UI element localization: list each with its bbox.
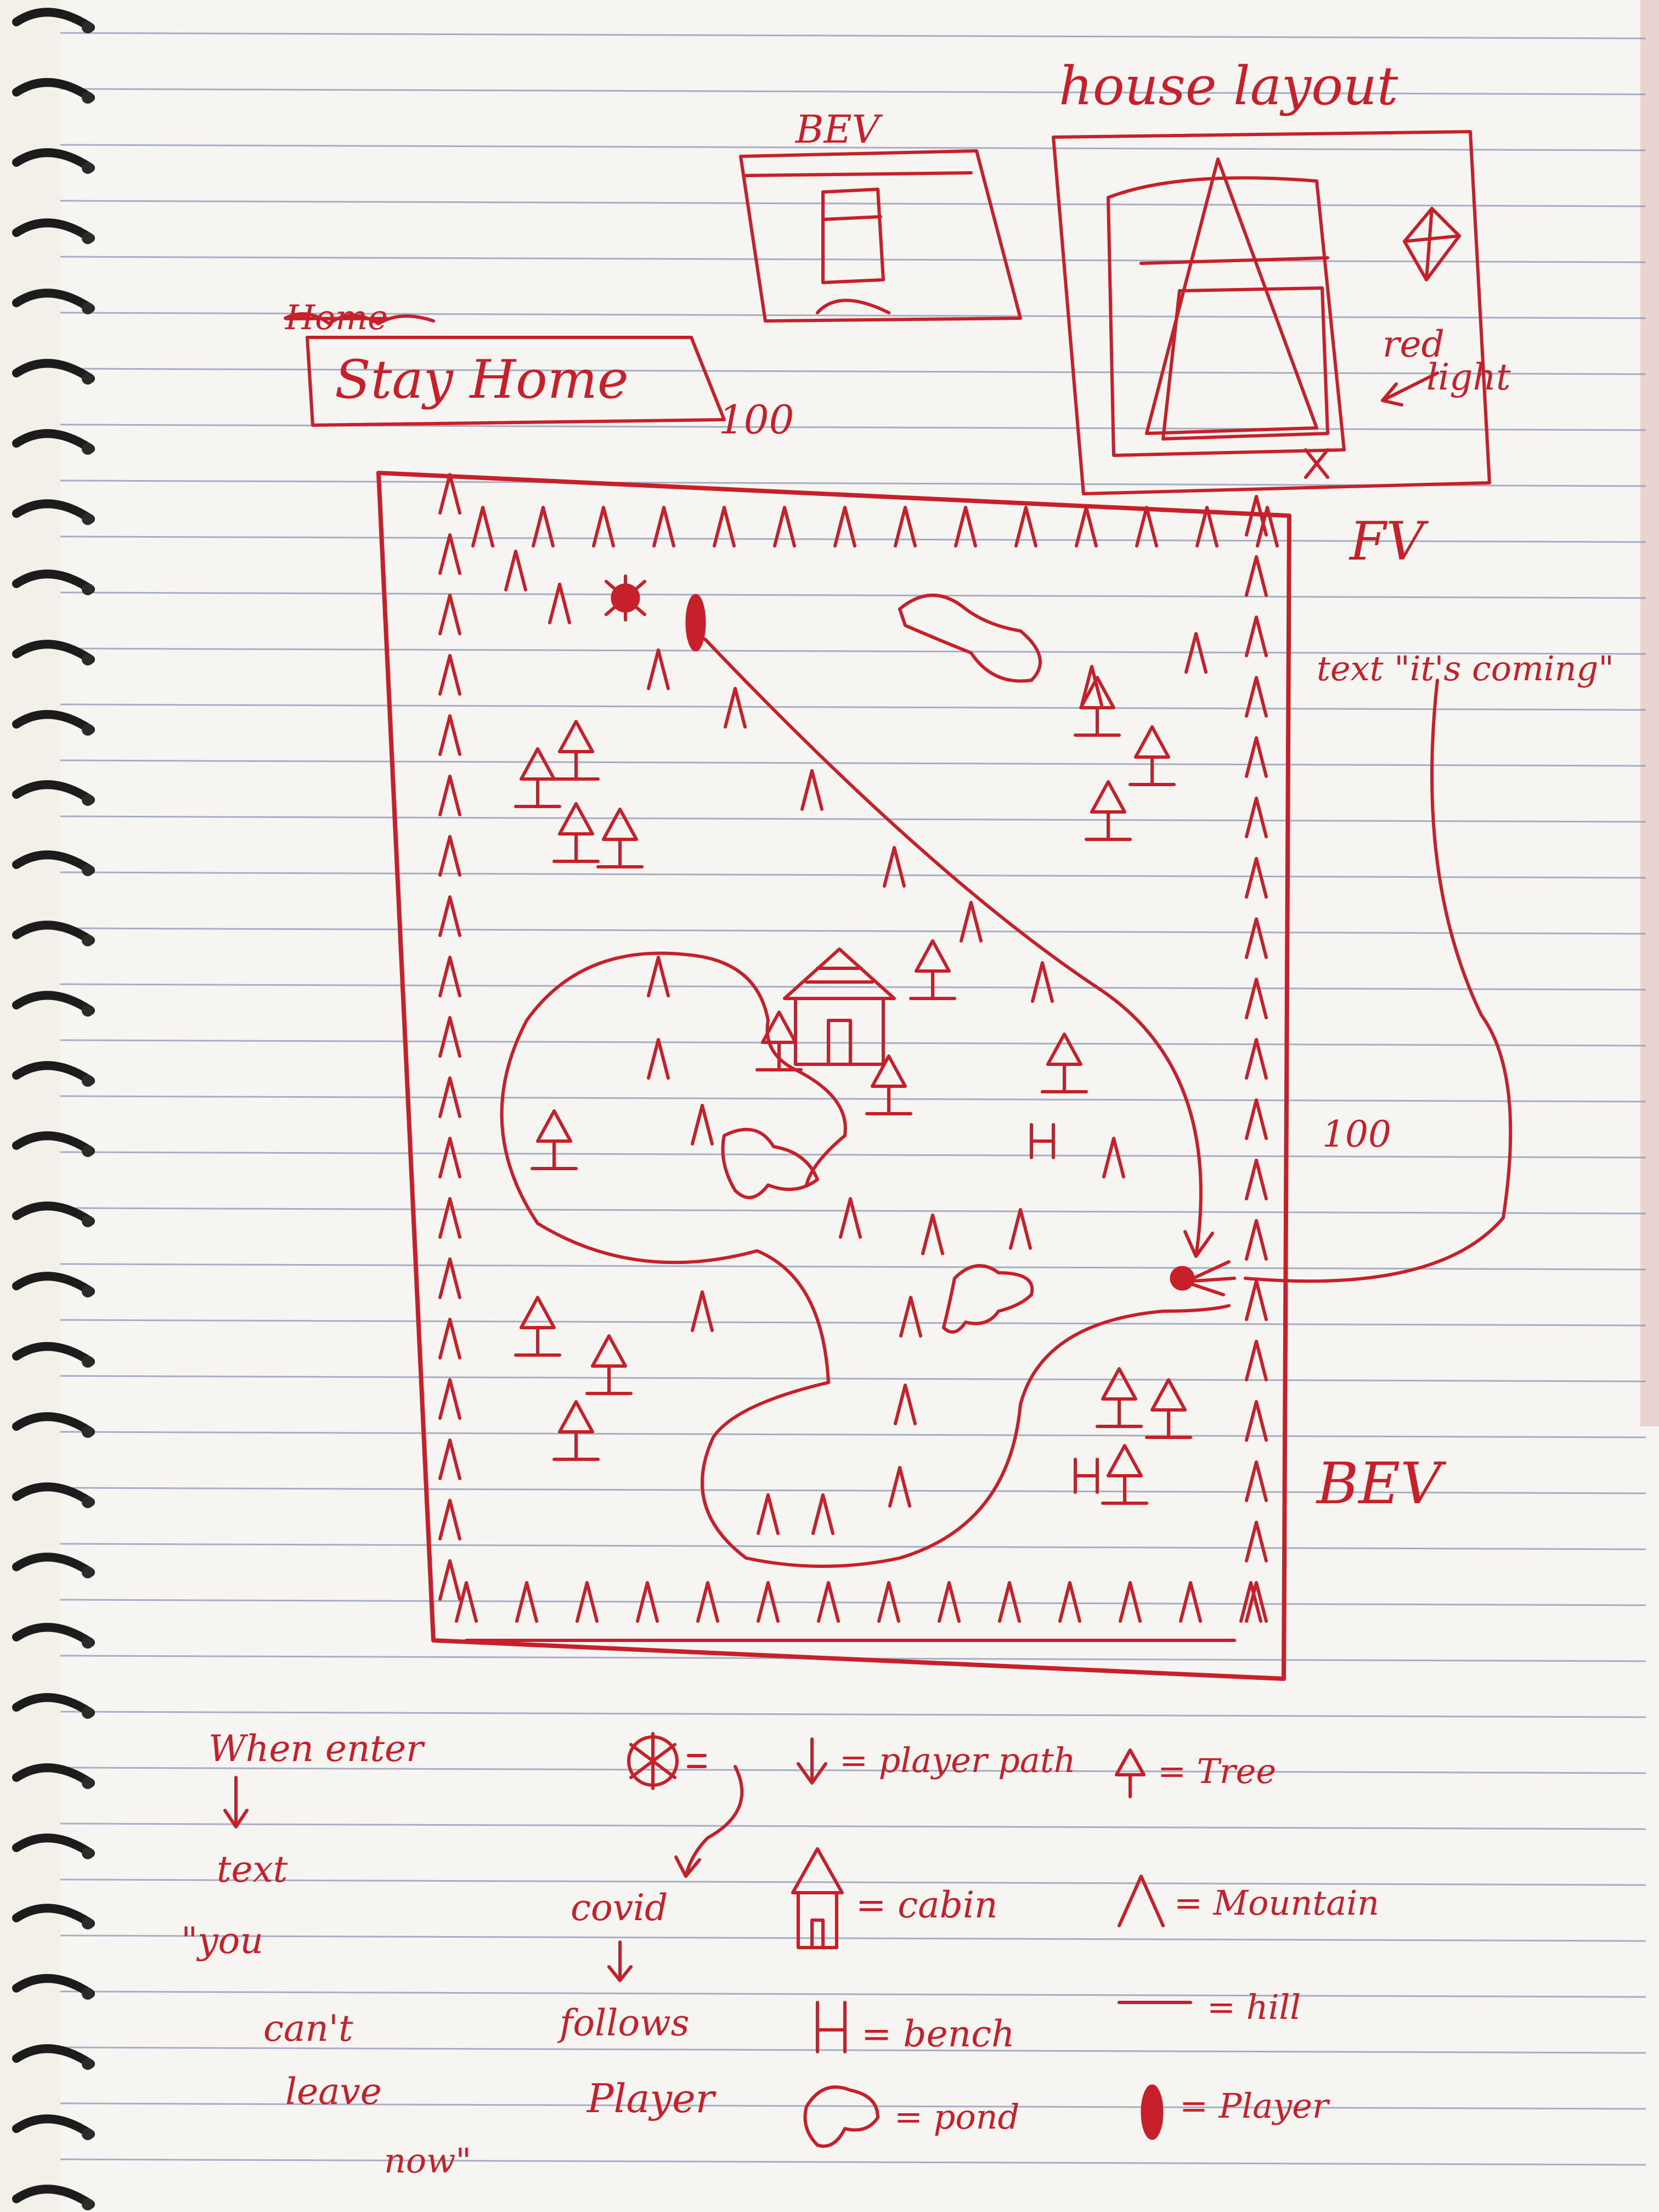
house-note-light: light [1426, 356, 1511, 398]
player-marker [685, 594, 706, 652]
binding-hole [82, 443, 94, 455]
binding-hole [82, 653, 94, 665]
note-now: now" [384, 2141, 471, 2181]
binding-hole [82, 1707, 94, 1719]
binding-hole [82, 2198, 94, 2210]
legend-player: = Player [1180, 2086, 1330, 2126]
note-follows: follows [557, 2002, 689, 2044]
note-player: Player [586, 2075, 716, 2121]
legend-bench: = bench [861, 2013, 1015, 2055]
legend-pond: = pond [894, 2097, 1019, 2137]
legend-tree: = Tree [1158, 1751, 1276, 1791]
binding-hole [82, 2128, 94, 2140]
binding-hole [82, 1777, 94, 1789]
map-label-fv: FV [1348, 511, 1429, 572]
binding-hole [82, 1356, 94, 1368]
note-when-enter: When enter [208, 1728, 425, 1770]
legend-mountain: = Mountain [1174, 1883, 1379, 1923]
binding-hole [82, 2058, 94, 2070]
binding-hole [82, 513, 94, 525]
binding-hole [82, 934, 94, 946]
binding-hole [82, 92, 94, 104]
note-text: text [217, 1848, 288, 1891]
map-label-100: 100 [1322, 1113, 1391, 1155]
sketch-page: house layout BEV red light Home Stay Hom… [12, 0, 1659, 2212]
binding-hole [82, 864, 94, 876]
stay-home-label: Stay Home [335, 349, 629, 410]
binding-hole [82, 1917, 94, 1929]
binding-hole [82, 373, 94, 385]
pink-page-edge [1640, 0, 1659, 1426]
note-cant: can't [263, 2007, 353, 2050]
map-note-its-coming: text "it's coming" [1317, 648, 1614, 689]
note-leave: leave [285, 2070, 382, 2113]
binding-hole [82, 1215, 94, 1227]
note-covid: covid [571, 1887, 668, 1929]
binding-hole [82, 1566, 94, 1578]
binding-hole [82, 162, 94, 174]
binding-hole [82, 1075, 94, 1087]
map-label-bev: BEV [1316, 1450, 1446, 1517]
legend-player-path: = player path [839, 1740, 1076, 1780]
legend-cabin: = cabin [856, 1884, 997, 1926]
binding-hole [82, 302, 94, 314]
binding-hole [82, 1496, 94, 1508]
player-icon [1141, 2084, 1164, 2140]
stay-home-value: 100 [719, 397, 794, 443]
binding-hole [82, 1005, 94, 1017]
binding-hole [82, 724, 94, 736]
binding-hole [82, 1426, 94, 1438]
binding-hole [82, 232, 94, 244]
binding-hole [82, 1285, 94, 1297]
binding-hole [82, 1988, 94, 2000]
house-layout-title: house layout [1059, 55, 1398, 117]
binding-hole [82, 1145, 94, 1157]
note-you: "you [181, 1920, 263, 1962]
binding-hole [82, 21, 94, 33]
binding-hole [82, 583, 94, 595]
bev-label: BEV [794, 107, 883, 152]
binding-hole [82, 1637, 94, 1649]
exit-marker [1170, 1266, 1195, 1291]
binding-hole [82, 794, 94, 806]
scratched-label: Home [285, 297, 388, 337]
binding-hole [82, 1847, 94, 1859]
legend-hill: = hill [1207, 1987, 1301, 2027]
